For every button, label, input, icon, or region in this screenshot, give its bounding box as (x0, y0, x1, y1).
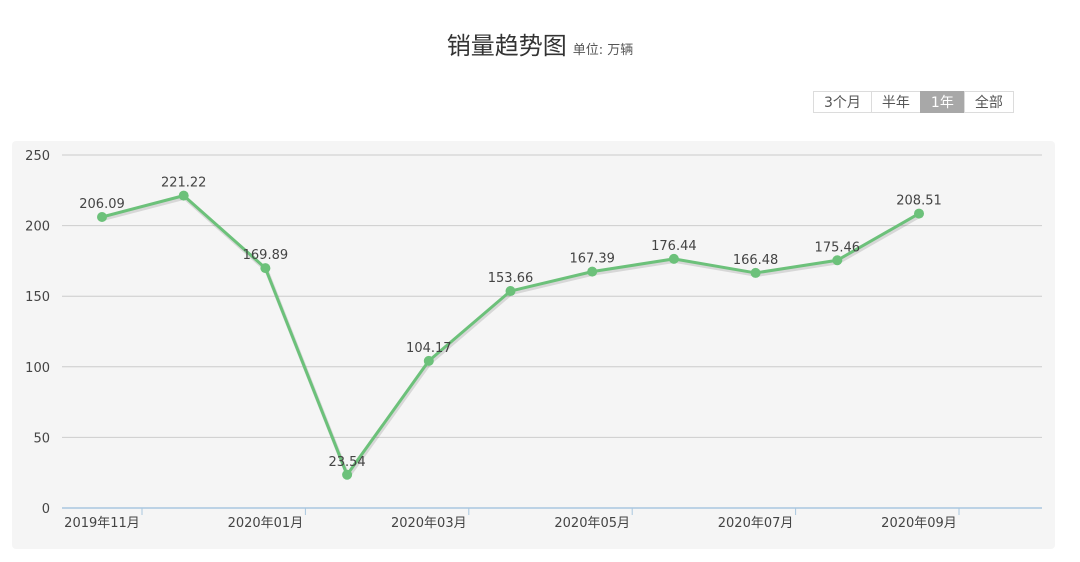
data-point (260, 263, 271, 274)
data-label: 166.48 (733, 253, 779, 268)
data-point (914, 208, 924, 219)
y-tick-label: 150 (25, 290, 50, 305)
x-tick-label: 2020年07月 (718, 516, 794, 531)
x-tick-label: 2019年11月 (64, 516, 140, 531)
data-point (668, 253, 679, 264)
data-point (587, 266, 598, 277)
data-point (342, 469, 353, 480)
y-tick-label: 200 (25, 220, 50, 235)
y-tick-label: 250 (25, 149, 50, 164)
series-line (101, 194, 920, 477)
x-tick-label: 2020年09月 (881, 516, 957, 531)
data-label: 221.22 (161, 176, 207, 191)
x-tick-label: 2020年03月 (391, 516, 467, 531)
data-label: 176.44 (651, 239, 697, 254)
data-point (832, 255, 843, 266)
y-tick-label: 50 (33, 431, 50, 446)
line-chart: 0 50 100 150 200 250 2019年11月 2020年01月 2020年03月 2… (25, 149, 1042, 531)
data-label: 175.46 (815, 240, 861, 255)
data-label: 206.09 (79, 197, 125, 212)
data-label: 169.89 (243, 248, 289, 263)
y-tick-label: 100 (25, 361, 50, 376)
data-point (97, 212, 107, 223)
data-point (505, 286, 516, 297)
x-tick-label: 2020年01月 (228, 516, 304, 531)
data-label: 153.66 (488, 271, 534, 286)
data-label: 104.17 (406, 341, 452, 356)
data-point (423, 355, 434, 366)
y-tick-label: 0 (42, 502, 50, 517)
data-point (750, 267, 761, 278)
data-label: 167.39 (569, 252, 615, 267)
data-point (178, 190, 189, 201)
x-tick-label: 2020年05月 (554, 516, 630, 531)
data-label: 23.54 (328, 455, 365, 470)
series-line-shadow (102, 195, 921, 479)
data-label: 208.51 (896, 194, 942, 209)
